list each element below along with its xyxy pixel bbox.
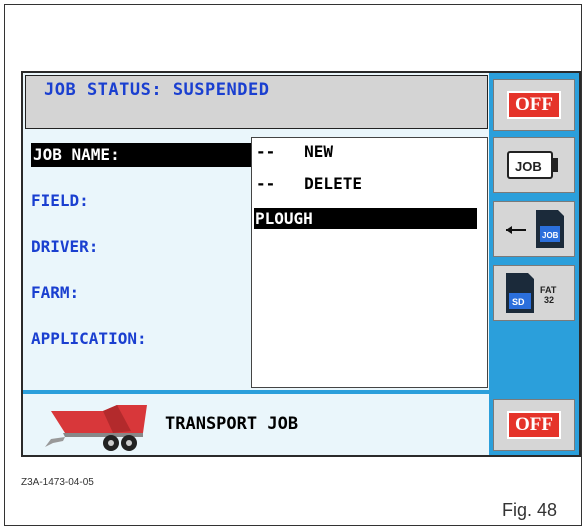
arrow-to-sd-job-icon: JOB: [506, 210, 564, 248]
load-job-from-sd-button[interactable]: JOB: [493, 201, 575, 257]
off-label-bottom: OFF: [507, 411, 561, 439]
terminal-screen: JOB STATUS: SUSPENDED JOB NAME: FIELD: D…: [21, 71, 581, 457]
sd-card-icon: SD FAT 32: [506, 273, 557, 313]
field-label-driver[interactable]: DRIVER:: [31, 237, 98, 256]
divider: [23, 390, 489, 394]
fat-label-1: FAT: [540, 285, 557, 295]
off-button-bottom[interactable]: OFF: [493, 399, 575, 451]
softkey-sidebar: OFF JOB JOB SD FAT 32 OFF: [489, 73, 579, 455]
job-button[interactable]: JOB: [493, 137, 575, 193]
field-label-application[interactable]: APPLICATION:: [31, 329, 147, 348]
fat-label-2: 32: [544, 295, 554, 305]
transport-job-label: TRANSPORT JOB: [165, 414, 299, 434]
field-label-job-name[interactable]: JOB NAME:: [31, 143, 251, 167]
figure-id: Z3A-1473-04-05: [21, 477, 94, 488]
job-status-text: JOB STATUS: SUSPENDED: [44, 80, 270, 100]
list-item-new[interactable]: -- NEW: [256, 142, 333, 161]
figure-frame: JOB STATUS: SUSPENDED JOB NAME: FIELD: D…: [4, 4, 582, 526]
off-label-top: OFF: [507, 91, 561, 119]
job-card-icon: JOB: [507, 151, 558, 179]
sd-fat32-button[interactable]: SD FAT 32: [493, 265, 575, 321]
sd-job-label: JOB: [542, 231, 559, 240]
sd-label: SD: [512, 297, 525, 307]
off-button-top[interactable]: OFF: [493, 79, 575, 131]
field-label-farm[interactable]: FARM:: [31, 283, 79, 302]
job-status-bar: JOB STATUS: SUSPENDED: [25, 75, 488, 129]
list-item-delete[interactable]: -- DELETE: [256, 174, 362, 193]
field-label-field[interactable]: FIELD:: [31, 191, 89, 210]
job-name-list: -- NEW -- DELETE PLOUGH: [251, 137, 488, 388]
figure-number: Fig. 48: [502, 500, 558, 520]
list-item-plough[interactable]: PLOUGH: [254, 208, 477, 229]
trailer-icon: [45, 405, 147, 451]
job-card-label: JOB: [515, 159, 542, 174]
